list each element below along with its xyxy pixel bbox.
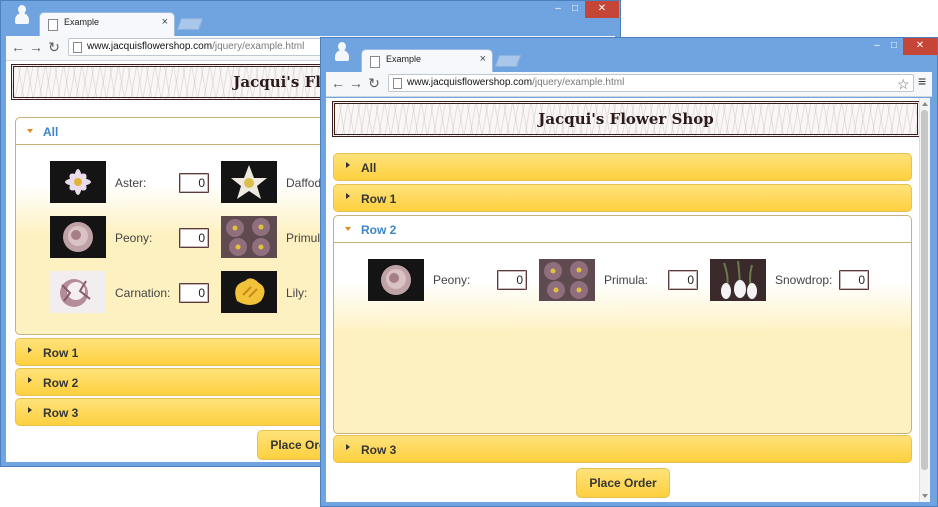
close-tab-icon[interactable]: ×: [480, 53, 486, 65]
tab-title: Example: [386, 54, 422, 64]
browser-window-front: Example × – □ ✕ ← → ↻ www.jacquisflowers…: [320, 37, 938, 507]
accordion-header-label: Row 1: [43, 346, 79, 360]
expand-arrow-icon: [345, 227, 351, 231]
back-arrow-icon[interactable]: ←: [330, 74, 346, 92]
browser-toolbar: ← → ↻ www.jacquisflowershop.com/jquery/e…: [326, 72, 932, 97]
collapsed-arrow-icon: [28, 347, 32, 353]
shop-banner: Jacqui's Flower Shop: [332, 101, 920, 137]
page-icon: [73, 42, 82, 53]
accordion-header-row-2[interactable]: Row 2: [333, 215, 912, 243]
close-tab-icon[interactable]: ×: [162, 16, 168, 28]
user-icon[interactable]: [335, 42, 349, 62]
shop-title: Jacqui's Flower Shop: [538, 110, 714, 128]
scroll-up-arrow-icon[interactable]: [922, 102, 928, 106]
quantity-input[interactable]: [179, 283, 209, 303]
minimize-button[interactable]: –: [869, 38, 885, 55]
maximize-button[interactable]: □: [567, 1, 583, 18]
scroll-down-arrow-icon[interactable]: [922, 494, 928, 498]
quantity-input[interactable]: [668, 270, 698, 290]
new-tab-button[interactable]: [494, 55, 522, 67]
user-icon[interactable]: [15, 5, 29, 25]
product-label: Primula:: [604, 273, 649, 287]
product-label: Peony:: [115, 231, 153, 245]
forward-arrow-icon[interactable]: →: [28, 38, 44, 56]
collapsed-arrow-icon: [346, 162, 350, 168]
quantity-input[interactable]: [179, 173, 209, 193]
accordion-panel-row-2: Peony: Primula: Snowdrop:: [333, 243, 912, 434]
product-label: Carnation:: [115, 286, 171, 300]
quantity-input[interactable]: [839, 270, 869, 290]
product-label: Lily:: [286, 286, 308, 300]
url-text: www.jacquisflowershop.com/jquery/example…: [87, 41, 305, 52]
scrollbar-thumb[interactable]: [921, 110, 928, 470]
reload-icon[interactable]: ↻: [366, 74, 382, 92]
snowdrop-image: [710, 259, 766, 301]
close-window-button[interactable]: ✕: [585, 1, 619, 18]
address-bar[interactable]: www.jacquisflowershop.com/jquery/example…: [388, 74, 914, 92]
expand-arrow-icon: [27, 129, 33, 133]
accordion-header-label: All: [43, 125, 59, 139]
primula-image: [221, 216, 277, 258]
quantity-input[interactable]: [497, 270, 527, 290]
product-label: Peony:: [433, 273, 471, 287]
place-order-button[interactable]: Place Order: [576, 468, 670, 498]
close-window-button[interactable]: ✕: [903, 38, 937, 55]
collapsed-arrow-icon: [28, 407, 32, 413]
accordion-header-label: Row 3: [361, 443, 397, 457]
bookmark-star-icon[interactable]: ☆: [897, 76, 910, 93]
forward-arrow-icon[interactable]: →: [348, 74, 364, 92]
peony-image: [368, 259, 424, 301]
title-bar[interactable]: Example × – □ ✕: [1, 1, 620, 37]
accordion-header-label: All: [361, 161, 377, 175]
page-icon: [370, 56, 380, 68]
title-bar[interactable]: Example × – □ ✕: [321, 38, 937, 74]
new-tab-button[interactable]: [176, 18, 204, 30]
minimize-button[interactable]: –: [550, 1, 566, 18]
browser-tab[interactable]: Example ×: [361, 49, 493, 74]
vertical-scrollbar[interactable]: [919, 98, 930, 502]
accordion-header-label: Row 1: [361, 192, 397, 206]
collapsed-arrow-icon: [346, 193, 350, 199]
carnation-image: [50, 271, 106, 313]
accordion-header-label: Row 2: [361, 223, 397, 237]
reload-icon[interactable]: ↻: [46, 38, 62, 56]
accordion-header-all[interactable]: All: [333, 153, 912, 181]
url-text: www.jacquisflowershop.com/jquery/example…: [407, 77, 625, 88]
product-label: Snowdrop:: [775, 273, 833, 287]
primula-image: [539, 259, 595, 301]
quantity-input[interactable]: [179, 228, 209, 248]
collapsed-arrow-icon: [28, 377, 32, 383]
daffodil-image: [221, 161, 277, 203]
accordion-header-label: Row 2: [43, 376, 79, 390]
menu-icon[interactable]: ≡: [918, 73, 926, 89]
collapsed-arrow-icon: [346, 444, 350, 450]
back-arrow-icon[interactable]: ←: [10, 38, 26, 56]
product-label: Aster:: [115, 176, 147, 190]
accordion-header-row-3[interactable]: Row 3: [333, 435, 912, 463]
lily-image: [221, 271, 277, 313]
tab-title: Example: [64, 17, 100, 27]
aster-image: [50, 161, 106, 203]
page-icon: [48, 19, 58, 31]
maximize-button[interactable]: □: [886, 38, 902, 55]
page-content: Jacqui's Flower Shop All Row 1 Row 2 Peo…: [326, 98, 930, 502]
accordion-header-label: Row 3: [43, 406, 79, 420]
page-icon: [393, 78, 402, 89]
accordion-header-row-1[interactable]: Row 1: [333, 184, 912, 212]
peony-image: [50, 216, 106, 258]
browser-tab[interactable]: Example ×: [39, 12, 175, 37]
